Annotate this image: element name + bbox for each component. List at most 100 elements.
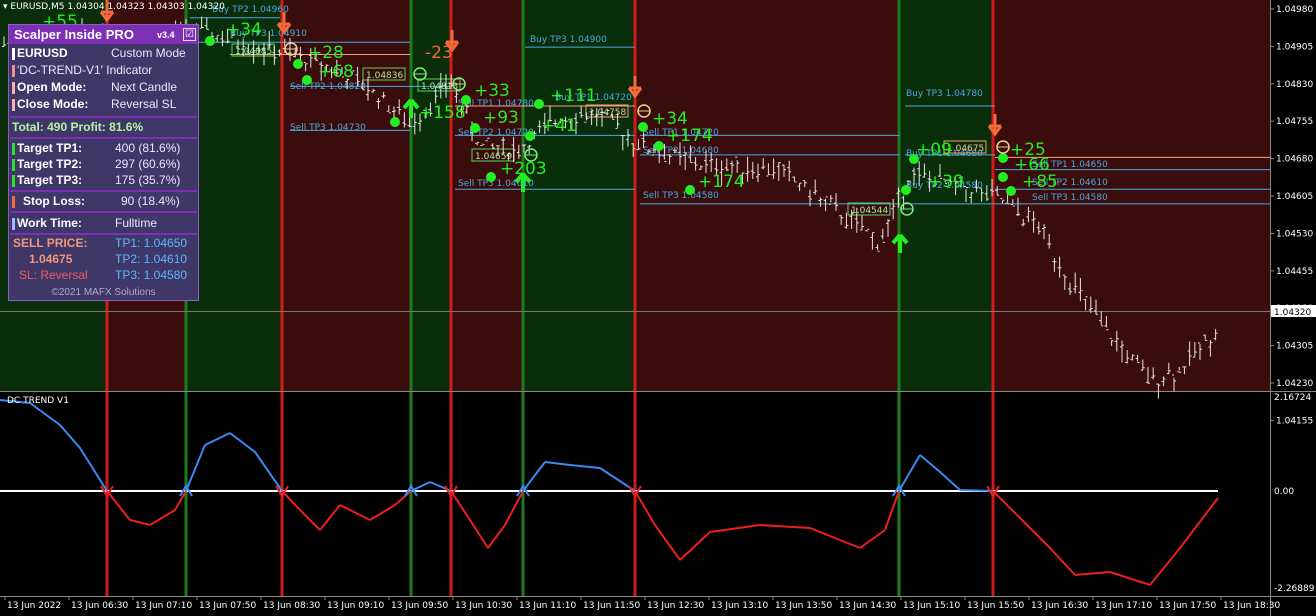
- tp-label: Sell TP2 1.04820: [290, 82, 366, 92]
- row-marker: [12, 65, 15, 77]
- tp3-row: Target TP3: 175 (35.7%): [9, 173, 198, 189]
- tp-hit-dot: [302, 75, 312, 85]
- work-time-label: Work Time:: [17, 216, 82, 230]
- profit-label: +158: [419, 103, 466, 123]
- row-marker: [12, 48, 15, 60]
- time-tick-label: 13 Jun 08:30: [263, 601, 320, 611]
- indicator-label: DC TREND V1: [7, 396, 69, 406]
- time-tick-label: 13 Jun 13:10: [711, 601, 768, 611]
- price-tick-label: 1.04680: [1276, 155, 1313, 165]
- price-tick-label: 1.04155: [1276, 416, 1313, 426]
- divider: [10, 116, 197, 118]
- trend-zone: [899, 0, 993, 391]
- price-tick-label: 1.04830: [1276, 80, 1313, 90]
- time-tick-label: 13 Jun 06:30: [71, 601, 128, 611]
- profit-label: +85: [1022, 172, 1058, 192]
- price-tick-label: 1.04530: [1276, 229, 1313, 239]
- tp-label: Buy TP3 1.04900: [530, 35, 607, 45]
- dc-trend-indicator: DC TREND V1: [0, 396, 1219, 586]
- divider: [10, 233, 197, 235]
- profit-label: +174: [666, 126, 713, 146]
- price-tick-label: 1.04755: [1276, 117, 1313, 127]
- tp-hit-dot: [293, 59, 303, 69]
- panel-header[interactable]: Scalper Inside PRO v3.4 ☑: [9, 25, 198, 44]
- sell-price-value: 1.04675: [29, 252, 73, 266]
- tp-hit-dot: [998, 172, 1008, 182]
- close-mode-value: Reversal SL: [111, 97, 177, 111]
- tp-hit-dot: [470, 123, 480, 133]
- profit-label: +41: [541, 116, 577, 136]
- tp-hit-dot: [486, 172, 496, 182]
- time-tick-label: 13 Jun 15:10: [903, 601, 960, 611]
- tp1-label: Target TP1:: [17, 141, 83, 155]
- open-mode-row: Open Mode: Next Candle: [9, 80, 198, 96]
- time-tick-label: 13 Jun 15:50: [967, 601, 1024, 611]
- tp3-value: 175 (35.7%): [115, 173, 181, 187]
- tp-label: Sell TP3 1.04580: [1032, 193, 1108, 203]
- trend-up-line: [0, 399, 994, 492]
- time-tick-label: 13 Jun 16:30: [1031, 601, 1088, 611]
- total-row: Total: 490 Profit: 81.6%: [9, 120, 198, 136]
- time-tick-label: 13 Jun 2022: [7, 601, 61, 611]
- time-tick-label: 13 Jun 17:10: [1095, 601, 1152, 611]
- price-tick-label: 1.04305: [1276, 342, 1313, 352]
- price-tick-label: 1.04605: [1276, 192, 1313, 202]
- copyright: ©2021 MAFX Solutions: [51, 287, 156, 298]
- indicator-tick-label: 2.16724: [1274, 393, 1311, 403]
- close-mode-row: Close Mode: Reversal SL: [9, 97, 198, 113]
- profit-label: -23: [425, 43, 453, 63]
- profit-label: +33: [474, 81, 510, 101]
- tp-label: Sell TP2 1.04720: [458, 128, 534, 138]
- tp-hit-dot: [525, 131, 535, 141]
- row-marker: [12, 82, 15, 94]
- trend-down-line: [106, 490, 1219, 586]
- panel-toggle-checkbox[interactable]: ☑: [183, 28, 196, 41]
- row-marker: [12, 143, 15, 155]
- row-marker: [12, 159, 15, 171]
- panel-version: v3.4: [157, 30, 175, 40]
- time-tick-label: 13 Jun 11:50: [583, 601, 640, 611]
- tp-hit-dot: [390, 117, 400, 127]
- indicator-row: 'DC-TREND-V1' Indicator: [9, 63, 198, 79]
- trend-zone: [451, 0, 523, 391]
- row-marker: [12, 99, 15, 111]
- stop-loss-row: Stop Loss: 90 (18.4%): [9, 194, 198, 210]
- trend-zone: [282, 0, 411, 391]
- time-tick-label: 13 Jun 13:50: [775, 601, 832, 611]
- scalper-panel: Scalper Inside PRO v3.4 ☑ EURUSD Custom …: [8, 24, 199, 301]
- tp-hit-dot: [901, 185, 911, 195]
- tp1-value: 400 (81.6%): [115, 141, 181, 155]
- tp2-row: Target TP2: 297 (60.6%): [9, 157, 198, 173]
- symbol-row: EURUSD Custom Mode: [9, 46, 198, 62]
- profit-label: +09: [916, 140, 952, 160]
- divider: [10, 190, 197, 192]
- tp-hit-dot: [205, 36, 215, 46]
- work-time-value: Fulltime: [115, 216, 158, 230]
- profit-label: +34: [226, 20, 262, 40]
- price-tick-label: 1.04980: [1276, 5, 1313, 15]
- profit-label: +174: [698, 172, 745, 192]
- time-tick-label: 13 Jun 10:30: [455, 601, 512, 611]
- open-mode-value: Next Candle: [111, 80, 178, 94]
- tp-hit-dot: [654, 141, 664, 151]
- tp2-label: Target TP2:: [17, 157, 83, 171]
- symbol-bar[interactable]: ▾ EURUSD,M5 1.04304 1.04323 1.04303 1.04…: [3, 2, 225, 12]
- price-tick-label: 1.04230: [1276, 379, 1313, 389]
- entry-box-label: 1.04836: [366, 71, 403, 81]
- row-marker: [12, 175, 15, 187]
- tp3-label: Target TP3:: [17, 173, 83, 187]
- tp-hit-dot: [534, 99, 544, 109]
- time-tick-label: 13 Jun 18:30: [1223, 601, 1280, 611]
- time-tick-label: 13 Jun 12:30: [647, 601, 704, 611]
- tp-hit-dot: [1006, 186, 1016, 196]
- row-marker: [12, 218, 15, 230]
- work-time-row: Work Time: Fulltime: [9, 216, 198, 232]
- trend-zone: [523, 0, 635, 391]
- sell-sl-row: SL: Reversal TP3: 1.04580: [9, 268, 198, 284]
- trend-zone: [186, 0, 282, 391]
- entry-box-label: 1.04758: [589, 108, 626, 118]
- indicator-tick-label: -2.26889: [1274, 584, 1315, 594]
- profit-label: +203: [500, 159, 547, 179]
- tp-hit-dot: [998, 153, 1008, 163]
- open-mode-label: Open Mode:: [17, 80, 87, 94]
